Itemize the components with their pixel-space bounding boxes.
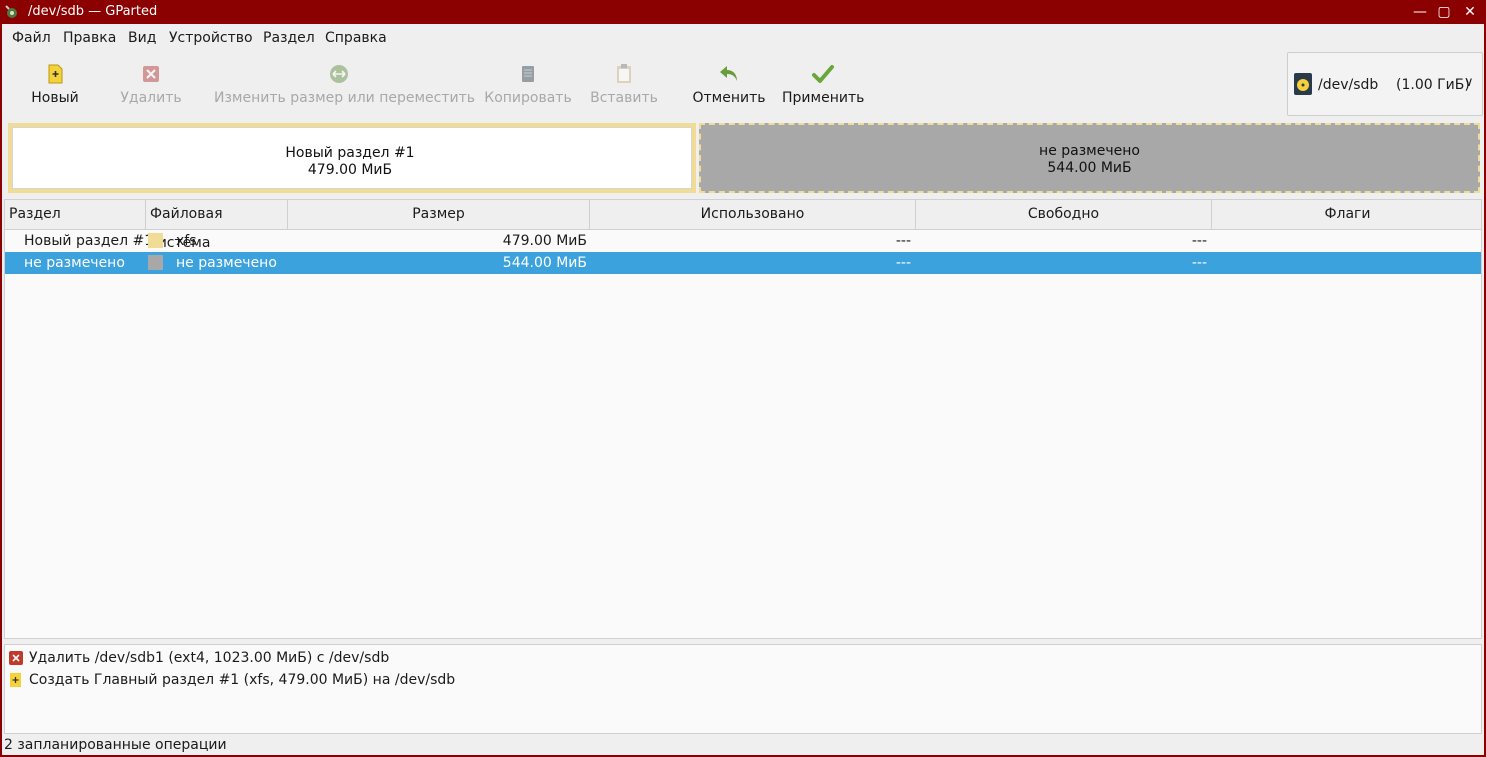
copy-button-label: Копировать [484, 90, 572, 106]
disk-map-unallocated-name: не размечено [1039, 143, 1140, 159]
resize-move-button-label: Изменить размер или переместить [214, 90, 476, 106]
row-size: 479.00 МиБ [502, 233, 587, 249]
menu-help[interactable]: Справка [325, 30, 387, 46]
resize-move-button[interactable]: Изменить размер или переместить [214, 58, 476, 114]
status-bar: 2 запланированные операции [4, 737, 227, 753]
column-partition[interactable]: Раздел [5, 200, 146, 229]
operation-text: Удалить /dev/sdb1 (ext4, 1023.00 МиБ) с … [29, 650, 390, 666]
new-button-label: Новый [31, 90, 79, 106]
column-used[interactable]: Использовано [590, 200, 916, 229]
row-partition: не размечено [24, 255, 125, 271]
partition-table: Раздел Файловая система Размер Использов… [4, 199, 1482, 639]
menu-view[interactable]: Вид [128, 30, 156, 46]
delete-icon [143, 66, 159, 82]
row-free: --- [1191, 255, 1207, 271]
copy-button[interactable]: Копировать [484, 58, 572, 114]
row-filesystem: xfs [176, 233, 197, 249]
operation-item[interactable]: Создать Главный раздел #1 (xfs, 479.00 М… [5, 669, 1481, 691]
new-partition-icon [48, 64, 63, 84]
row-filesystem: не размечено [176, 255, 277, 271]
undo-button[interactable]: Отменить [692, 58, 766, 114]
menu-partition[interactable]: Раздел [263, 30, 315, 46]
column-flags[interactable]: Флаги [1212, 200, 1483, 229]
apply-button[interactable]: Применить [782, 58, 864, 114]
row-free: --- [1191, 233, 1207, 249]
undo-icon [720, 66, 737, 81]
device-selector[interactable]: /dev/sdb (1.00 ГиБ) ∨ [1287, 52, 1483, 116]
gparted-window: /dev/sdb — GParted — ▢ ✕ Файл Правка Вид… [0, 0, 1486, 757]
menu-edit[interactable]: Правка [63, 30, 116, 46]
disk-map: Новый раздел #1 479.00 МиБ не размечено … [8, 123, 1480, 193]
device-name: /dev/sdb [1318, 77, 1379, 93]
disk-map-unallocated-size: 544.00 МиБ [1047, 160, 1132, 176]
disk-map-partition-1[interactable]: Новый раздел #1 479.00 МиБ [8, 123, 696, 193]
fs-color-swatch [148, 233, 163, 248]
fs-color-swatch [148, 255, 163, 270]
paste-button[interactable]: Вставить [588, 58, 660, 114]
disk-icon [1294, 73, 1312, 95]
toolbar: Новый Удалить Изменить размер или переме… [2, 52, 1484, 120]
column-filesystem[interactable]: Файловая система [146, 200, 288, 251]
apply-button-label: Применить [782, 90, 865, 106]
paste-icon [617, 64, 631, 83]
copy-icon [522, 66, 534, 82]
operation-item[interactable]: Удалить /dev/sdb1 (ext4, 1023.00 МиБ) с … [5, 647, 1481, 669]
delete-icon [9, 651, 23, 665]
client-area: Файл Правка Вид Устройство Раздел Справк… [2, 24, 1484, 755]
pending-operations-list: Удалить /dev/sdb1 (ext4, 1023.00 МиБ) с … [4, 644, 1482, 734]
paste-button-label: Вставить [590, 90, 658, 106]
new-partition-icon [10, 673, 21, 687]
new-button[interactable]: Новый [22, 58, 88, 114]
undo-button-label: Отменить [692, 90, 766, 106]
resize-icon [330, 65, 348, 83]
column-size[interactable]: Размер [288, 200, 590, 229]
menu-device[interactable]: Устройство [169, 30, 253, 46]
maximize-icon[interactable]: ▢ [1434, 2, 1454, 22]
disk-map-unallocated[interactable]: не размечено 544.00 МиБ [699, 123, 1480, 193]
device-size: (1.00 ГиБ) [1396, 77, 1470, 93]
table-row-selected[interactable]: не размечено не размечено 544.00 МиБ ---… [5, 252, 1481, 274]
delete-button[interactable]: Удалить [116, 58, 186, 114]
row-size: 544.00 МиБ [502, 255, 587, 271]
menu-file[interactable]: Файл [12, 30, 51, 46]
row-partition: Новый раздел #1 [24, 233, 154, 249]
row-used: --- [895, 255, 911, 271]
operation-text: Создать Главный раздел #1 (xfs, 479.00 М… [29, 672, 456, 688]
table-header: Раздел Файловая система Размер Использов… [5, 200, 1483, 251]
gparted-app-icon [5, 5, 17, 18]
disk-map-partition-size: 479.00 МиБ [307, 162, 393, 178]
disk-map-partition-name: Новый раздел #1 [285, 145, 415, 161]
close-icon[interactable]: ✕ [1460, 2, 1480, 22]
column-free[interactable]: Свободно [916, 200, 1212, 229]
apply-check-icon [812, 65, 834, 83]
menu-bar: Файл Правка Вид Устройство Раздел Справк… [2, 24, 1484, 52]
table-row[interactable]: Новый раздел #1 xfs 479.00 МиБ --- --- [5, 230, 1481, 252]
row-used: --- [895, 233, 911, 249]
chevron-down-icon: ∨ [1464, 75, 1474, 90]
delete-button-label: Удалить [120, 90, 182, 106]
window-title: /dev/sdb — GParted [28, 4, 158, 19]
title-bar[interactable]: /dev/sdb — GParted — ▢ ✕ [0, 0, 1486, 24]
minimize-icon[interactable]: — [1410, 2, 1430, 22]
